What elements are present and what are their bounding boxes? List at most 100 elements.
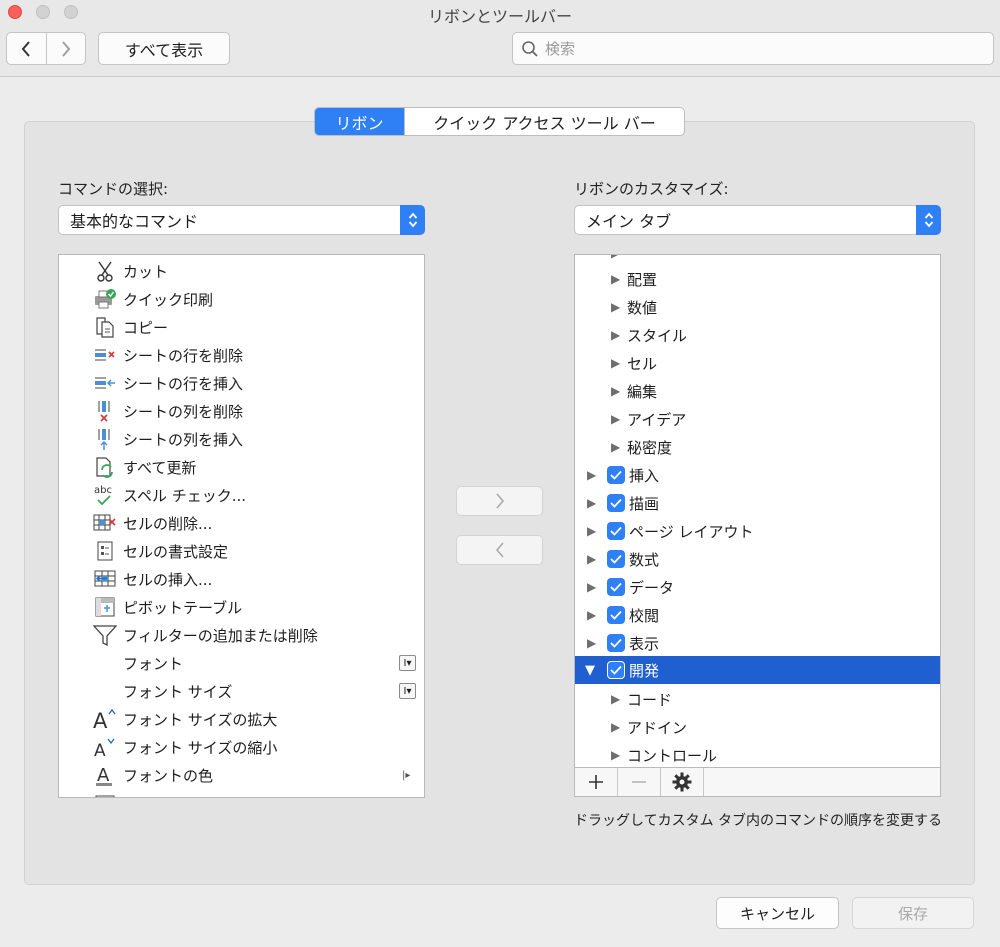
list-item[interactable]: シートの行を挿入 <box>59 369 424 397</box>
disclosure-triangle-icon[interactable]: ▶ <box>611 440 620 454</box>
list-item[interactable]: A フォント サイズの拡大 <box>59 705 424 733</box>
format-cells-icon <box>92 538 118 564</box>
tree-item[interactable]: ▶ 挿入 <box>575 461 940 489</box>
disclosure-triangle-icon[interactable]: ▶ <box>611 748 620 762</box>
checkbox[interactable] <box>607 578 625 596</box>
tree-item[interactable]: ▶ 描画 <box>575 489 940 517</box>
disclosure-triangle-expanded-icon[interactable]: ▼ <box>585 663 595 678</box>
list-item[interactable]: シートの行を削除 <box>59 341 424 369</box>
checkbox[interactable] <box>607 522 625 540</box>
list-item[interactable]: クイック印刷 <box>59 285 424 313</box>
checkbox[interactable] <box>607 606 625 624</box>
title-bar: リボンとツールバー すべて表示 <box>0 0 1000 77</box>
list-item[interactable]: セルの挿入... <box>59 565 424 593</box>
spell-check-icon: abc <box>92 482 118 508</box>
back-button[interactable] <box>7 33 46 64</box>
tree-item[interactable]: ▶ ページ レイアウト <box>575 517 940 545</box>
tree-item[interactable]: ▶ 校閲 <box>575 601 940 629</box>
disclosure-triangle-icon[interactable]: ▶ <box>587 468 596 482</box>
pivot-table-icon <box>92 594 118 620</box>
list-item[interactable]: フォント I▾ <box>59 649 424 677</box>
disclosure-triangle-icon[interactable]: ▶ <box>587 496 596 510</box>
list-item[interactable]: フォント サイズ I▾ <box>59 677 424 705</box>
list-item[interactable]: フィルターの追加または削除 <box>59 621 424 649</box>
list-item[interactable]: A フォント サイズの縮小 <box>59 733 424 761</box>
forward-button[interactable] <box>45 33 86 64</box>
copy-icon <box>92 314 118 340</box>
tree-item[interactable]: ▶ アイデア <box>575 405 940 433</box>
tree-item[interactable]: ▶ 編集 <box>575 377 940 405</box>
svg-text:A: A <box>93 709 108 731</box>
tree-item[interactable]: ▶ アドイン <box>575 713 940 741</box>
chevron-left-icon <box>495 542 504 558</box>
remove-command-button[interactable] <box>456 535 543 565</box>
disclosure-triangle-icon[interactable]: ▶ <box>587 524 596 538</box>
list-item[interactable]: シートの列を挿入 <box>59 425 424 453</box>
cancel-button[interactable]: キャンセル <box>716 897 839 929</box>
commands-list[interactable]: カット クイック印刷 コピー シートの行を削除 シートの行を挿入 シートの列を削… <box>58 254 425 798</box>
tree-item[interactable]: ▶ データ <box>575 573 940 601</box>
quick-print-icon <box>92 286 118 312</box>
tree-item[interactable]: ▶ セル <box>575 349 940 377</box>
disclosure-triangle-icon[interactable]: ▶ <box>611 384 620 398</box>
reorder-hint: ドラッグしてカスタム タブ内のコマンドの順序を変更する <box>574 813 943 829</box>
save-button[interactable]: 保存 <box>852 897 974 929</box>
tree-item[interactable]: ▶ コントロール <box>575 741 940 767</box>
disclosure-triangle-icon[interactable]: ▶ <box>611 356 620 370</box>
disclosure-triangle-icon[interactable]: ▶ <box>587 580 596 594</box>
list-item[interactable]: セルの書式設定 <box>59 537 424 565</box>
tree-item[interactable]: ▶ 数値 <box>575 293 940 321</box>
checkmark-icon <box>610 526 622 536</box>
disclosure-triangle-icon[interactable]: ▶ <box>587 608 596 622</box>
disclosure-triangle-icon[interactable]: ▶ <box>611 412 620 426</box>
list-item[interactable]: ピボットテーブル <box>59 593 424 621</box>
tree-item[interactable]: ▶ コード <box>575 685 940 713</box>
list-item[interactable]: カット <box>59 257 424 285</box>
list-item[interactable]: コピー <box>59 313 424 341</box>
checkbox[interactable] <box>607 494 625 512</box>
chevron-left-icon <box>21 40 31 57</box>
show-all-button[interactable]: すべて表示 <box>98 32 230 65</box>
disclosure-triangle-icon[interactable]: ▶ <box>611 328 620 342</box>
ribbon-tree[interactable]: ▶ ▶ 配置 ▶ 数値 ▶ スタイル ▶ セル ▶ 編集 ▶ アイデア ▶ 秘密… <box>574 254 941 768</box>
tree-item-selected[interactable]: ▼ 開発 <box>575 656 940 684</box>
disclosure-triangle-icon[interactable]: ▶ <box>611 720 620 734</box>
insert-column-icon <box>92 426 118 452</box>
list-item[interactable]: すべて更新 <box>59 453 424 481</box>
checkbox[interactable] <box>607 550 625 568</box>
tree-item[interactable]: ▶ スタイル <box>575 321 940 349</box>
checkbox[interactable] <box>607 634 625 652</box>
svg-text:abc: abc <box>94 485 112 496</box>
commands-popup[interactable]: 基本的なコマンド <box>58 205 425 235</box>
disclosure-triangle-icon[interactable]: ▶ <box>587 552 596 566</box>
remove-tab-button[interactable] <box>618 768 661 796</box>
list-item[interactable]: A フォントの色 |▸ <box>59 761 424 789</box>
tabs-popup[interactable]: メイン タブ <box>574 205 941 235</box>
search-input[interactable] <box>545 39 965 58</box>
disclosure-triangle-icon[interactable]: ▶ <box>611 300 620 314</box>
delete-cells-icon <box>92 510 118 536</box>
delete-column-icon <box>92 398 118 424</box>
checkmark-icon <box>610 582 622 592</box>
add-command-button[interactable] <box>456 486 543 516</box>
disclosure-triangle-icon[interactable]: ▶ <box>611 272 620 286</box>
tree-item[interactable]: ▶ 秘密度 <box>575 433 940 461</box>
search-field[interactable] <box>512 32 994 65</box>
add-tab-button[interactable] <box>575 768 618 796</box>
disclosure-triangle-icon[interactable]: ▶ <box>611 692 620 706</box>
tab-options-button[interactable] <box>661 768 704 796</box>
filter-icon <box>92 622 118 648</box>
tree-item[interactable]: ▶ 数式 <box>575 545 940 573</box>
tab-ribbon[interactable]: リボン <box>315 108 404 135</box>
list-item[interactable]: abc スペル チェック... <box>59 481 424 509</box>
customize-ribbon-label: リボンのカスタマイズ: <box>574 180 729 198</box>
list-item[interactable]: セルの削除... <box>59 509 424 537</box>
list-item[interactable]: シートの列を削除 <box>59 397 424 425</box>
tab-quick-access-toolbar[interactable]: クイック アクセス ツール バー <box>404 108 684 135</box>
checkbox[interactable] <box>607 661 625 679</box>
disclosure-triangle-icon[interactable]: ▶ <box>587 636 596 650</box>
search-icon <box>522 40 538 57</box>
tree-item[interactable]: ▶ 表示 <box>575 629 940 657</box>
tree-item[interactable]: ▶ 配置 <box>575 265 940 293</box>
checkbox[interactable] <box>607 466 625 484</box>
